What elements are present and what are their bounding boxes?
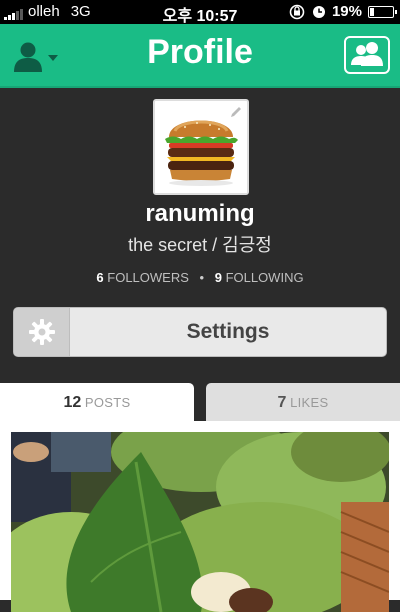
profile-avatar[interactable] <box>153 99 249 195</box>
settings-label: Settings <box>186 320 270 343</box>
battery-fill <box>370 7 374 16</box>
battery-icon <box>368 5 397 18</box>
following-count: 9 <box>214 270 222 285</box>
rotation-lock-icon <box>289 4 305 19</box>
username: ranuming <box>145 200 255 227</box>
tab-likes[interactable]: 7 LIKES <box>206 383 400 421</box>
gear-icon <box>28 319 55 345</box>
status-bar: olleh 3G 오후 10:57 19% <box>0 0 400 25</box>
post-photo[interactable] <box>11 432 389 612</box>
posts-count: 12 <box>63 394 82 411</box>
settings-button[interactable]: Settings <box>13 307 387 357</box>
followers-link[interactable]: 6 FOLLOWERS <box>96 270 188 285</box>
followers-label: FOLLOWERS <box>107 270 189 285</box>
friends-button[interactable] <box>344 36 390 74</box>
lettuce-wrap-photo <box>11 432 389 612</box>
settings-icon-box <box>14 308 70 356</box>
following-label: FOLLOWING <box>225 270 304 285</box>
likes-count: 7 <box>277 394 287 411</box>
status-right: 19% <box>288 3 397 20</box>
friends-icon <box>351 42 383 66</box>
page-title: Profile <box>147 33 253 71</box>
followers-count: 6 <box>96 270 104 285</box>
follow-stats: 6 FOLLOWERS • 9 FOLLOWING <box>0 270 400 285</box>
likes-label: LIKES <box>290 395 329 410</box>
posts-feed <box>0 421 400 612</box>
posts-label: POSTS <box>84 395 131 410</box>
alarm-clock-icon <box>312 5 325 18</box>
profile-tagline: the secret / 김긍정 <box>128 235 272 255</box>
app-header: Profile <box>0 24 400 88</box>
tab-posts[interactable]: 12 POSTS <box>0 383 194 421</box>
edit-pencil-icon[interactable] <box>229 105 243 119</box>
battery-percent: 19% <box>331 3 362 20</box>
following-link[interactable]: 9 FOLLOWING <box>215 270 304 285</box>
separator-dot: • <box>199 270 205 285</box>
